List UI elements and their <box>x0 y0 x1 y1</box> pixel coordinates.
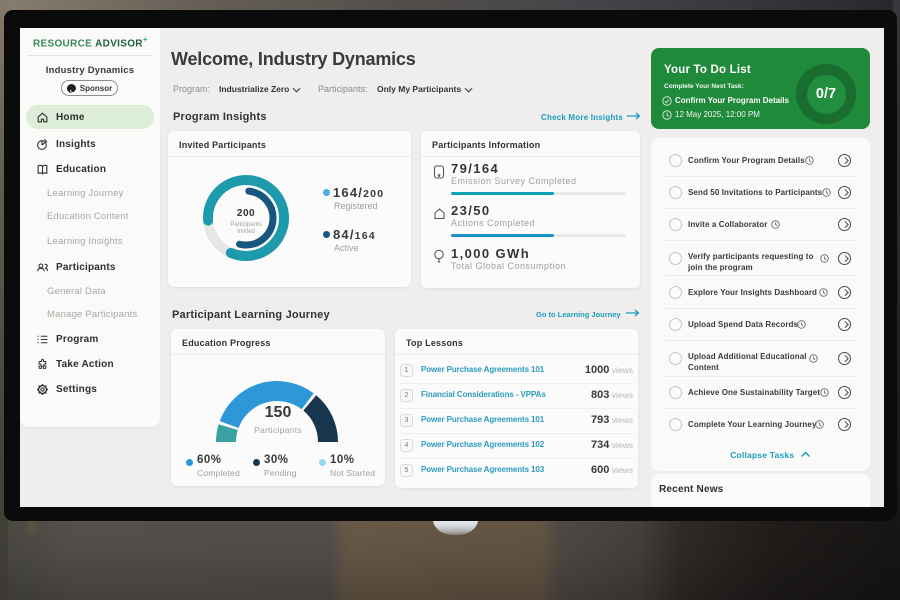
svg-text:Participants: Participants <box>230 222 261 228</box>
svg-text:Invited: Invited <box>237 229 255 235</box>
svg-text:200: 200 <box>237 208 255 219</box>
